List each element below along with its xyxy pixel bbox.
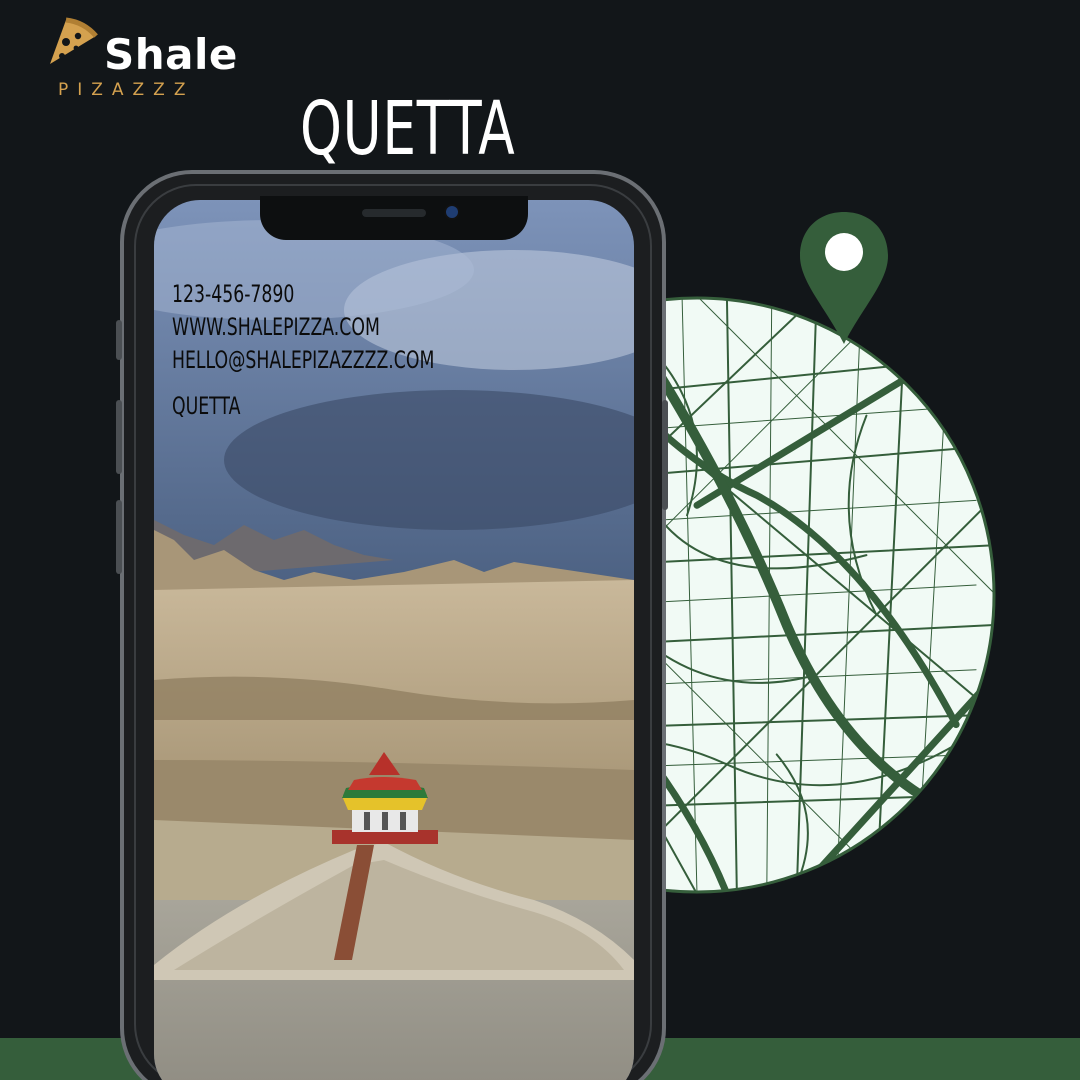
brand-name: Shale <box>104 30 238 79</box>
contact-website[interactable]: WWW.SHALEPIZZA.COM <box>172 313 380 341</box>
phone-volume-down <box>116 500 122 574</box>
phone-speaker <box>362 209 426 217</box>
camera-icon <box>446 206 458 218</box>
contact-city: QUETTA <box>172 392 241 420</box>
contact-phone[interactable]: 123-456-7890 <box>172 280 294 308</box>
poster: Shale PIZAZZZ QUETTA 123-456-7890 WWW.SH… <box>0 0 1080 1080</box>
pizza-slice-icon <box>50 17 98 64</box>
phone-notch <box>260 196 528 240</box>
page-title: QUETTA <box>300 86 516 172</box>
phone-volume-up <box>116 400 122 474</box>
phone-mute-switch <box>116 320 122 360</box>
brand-logo: Shale PIZAZZZ <box>44 14 264 100</box>
contact-email[interactable]: HELLO@SHALEPIZAZZZZ.COM <box>172 346 434 374</box>
phone-power-button <box>662 400 668 510</box>
brand-tagline: PIZAZZZ <box>58 80 195 100</box>
map-pin-icon <box>800 212 888 344</box>
